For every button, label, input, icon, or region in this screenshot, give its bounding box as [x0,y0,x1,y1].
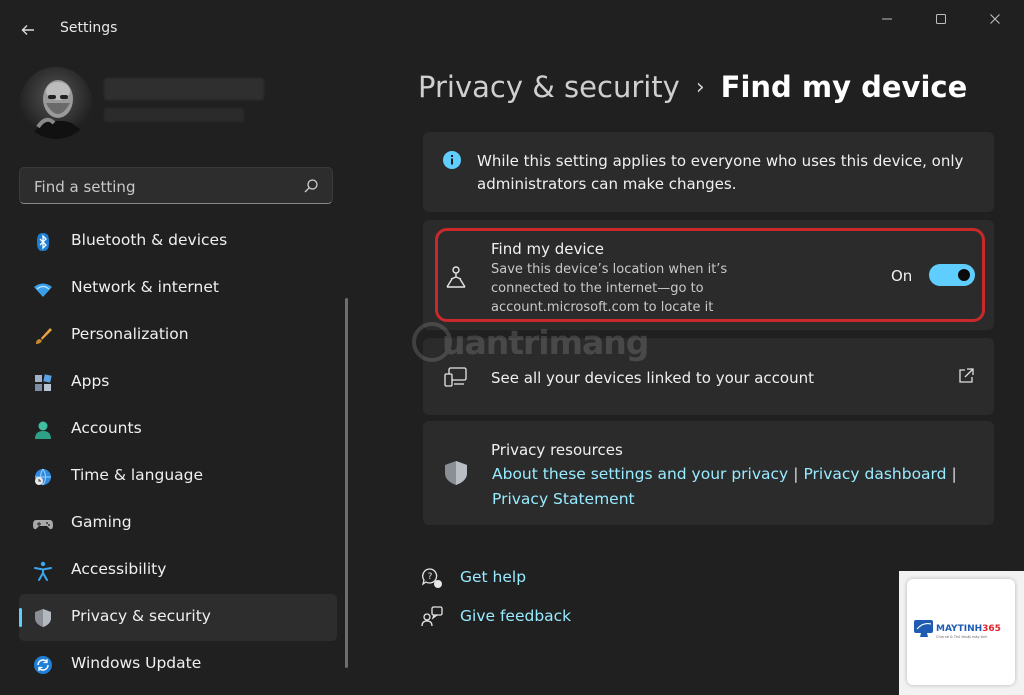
sidebar-item-label: Network & internet [71,278,219,296]
wifi-icon [32,278,54,300]
breadcrumb-parent[interactable]: Privacy & security [418,70,680,104]
sidebar-item-windows-update[interactable]: Windows Update [19,641,337,688]
back-arrow-icon [21,25,34,35]
user-info-blurred [104,76,272,134]
open-external-icon [959,368,974,383]
svg-text:?: ? [428,572,433,582]
close-button[interactable] [972,8,1018,30]
watermark-tagline: Chia sẻ & Thủ thuật máy tính [936,635,988,639]
sidebar-item-accessibility[interactable]: Accessibility [19,547,337,594]
sidebar-item-bluetooth-devices[interactable]: Bluetooth & devices [19,218,337,265]
sidebar-item-label: Personalization [71,325,189,343]
maximize-icon [936,14,946,24]
get-help-link[interactable]: ? Get help [420,564,590,592]
sidebar-item-gaming[interactable]: Gaming [19,500,337,547]
sidebar-item-time-language[interactable]: Time & language [19,453,337,500]
privacy-resources-title: Privacy resources [491,441,623,459]
shield-icon [445,461,467,485]
linked-devices-card[interactable]: See all your devices linked to your acco… [423,338,994,415]
bluetooth-icon [32,231,54,253]
link-separator: | [793,465,799,483]
sidebar-item-network-internet[interactable]: Network & internet [19,265,337,312]
gamepad-icon [32,513,54,535]
search-box[interactable] [19,167,333,204]
privacy-statement-link[interactable]: Privacy Statement [492,490,635,508]
globe-clock-icon [32,466,54,488]
minimize-icon [882,18,892,20]
sidebar-item-label: Accounts [71,419,142,437]
back-button[interactable] [14,17,42,43]
sidebar-item-label: Bluetooth & devices [71,231,228,249]
admin-info-card: While this setting applies to everyone w… [423,132,994,212]
close-icon [990,14,1000,24]
monitor-logo-icon [914,620,933,637]
info-icon [443,151,461,169]
privacy-resources-links: About these settings and your privacy | Pr… [492,462,962,512]
page-title: Find my device [720,70,968,104]
sidebar-item-label: Apps [71,372,110,390]
sidebar-item-label: Accessibility [71,560,167,578]
sidebar-item-accounts[interactable]: Accounts [19,406,337,453]
get-help-label: Get help [460,568,527,586]
sidebar-item-label: Windows Update [71,654,202,672]
paintbrush-icon [32,325,54,347]
breadcrumb: Privacy & security › Find my device [418,70,967,104]
maximize-button[interactable] [918,8,964,30]
user-email-redacted [104,108,244,122]
highlight-annotation [435,228,985,322]
watermark-brand: MAYTINH365 [936,624,1001,634]
privacy-resources-card: Privacy resources About these settings a… [423,421,994,525]
search-input[interactable] [32,175,296,199]
feedback-icon [421,606,443,627]
breadcrumb-separator-icon: › [695,75,705,100]
give-feedback-label: Give feedback [460,607,572,625]
sidebar-item-personalization[interactable]: Personalization [19,312,337,359]
link-separator: | [951,465,957,483]
watermark-badge: MAYTINH365 Chia sẻ & Thủ thuật máy tính [899,571,1024,695]
minimize-button[interactable] [864,8,910,30]
avatar[interactable] [20,67,92,139]
sidebar-scrollbar[interactable] [345,298,348,668]
user-name-redacted [104,78,264,100]
sidebar-item-apps[interactable]: Apps [19,359,337,406]
apps-icon [32,372,54,394]
linked-devices-label: See all your devices linked to your acco… [491,369,814,387]
help-chat-icon: ? [421,568,442,588]
sidebar-nav: Bluetooth & devices Network & internet P… [19,218,337,688]
devices-icon [444,367,467,387]
shield-icon [32,607,54,629]
about-settings-link[interactable]: About these settings and your privacy [492,465,788,483]
info-text: While this setting applies to everyone w… [477,152,964,193]
app-title: Settings [60,20,118,36]
sidebar-item-privacy-security[interactable]: Privacy & security [19,594,337,641]
accessibility-icon [32,560,54,582]
person-icon [32,419,54,441]
settings-window: Settings Find a setting Bluetooth & devi… [0,0,1024,695]
profile-photo [20,67,92,139]
watermark-number: 365 [982,624,1001,634]
search-icon [304,179,318,193]
sidebar-item-label: Time & language [71,466,204,484]
watermark-badge-card: MAYTINH365 Chia sẻ & Thủ thuật máy tính [907,579,1015,685]
privacy-dashboard-link[interactable]: Privacy dashboard [803,465,946,483]
update-icon [32,654,54,676]
give-feedback-link[interactable]: Give feedback [420,603,590,631]
title-bar: Settings [0,0,1024,58]
sidebar-item-label: Gaming [71,513,132,531]
sidebar-item-label: Privacy & security [71,607,211,625]
